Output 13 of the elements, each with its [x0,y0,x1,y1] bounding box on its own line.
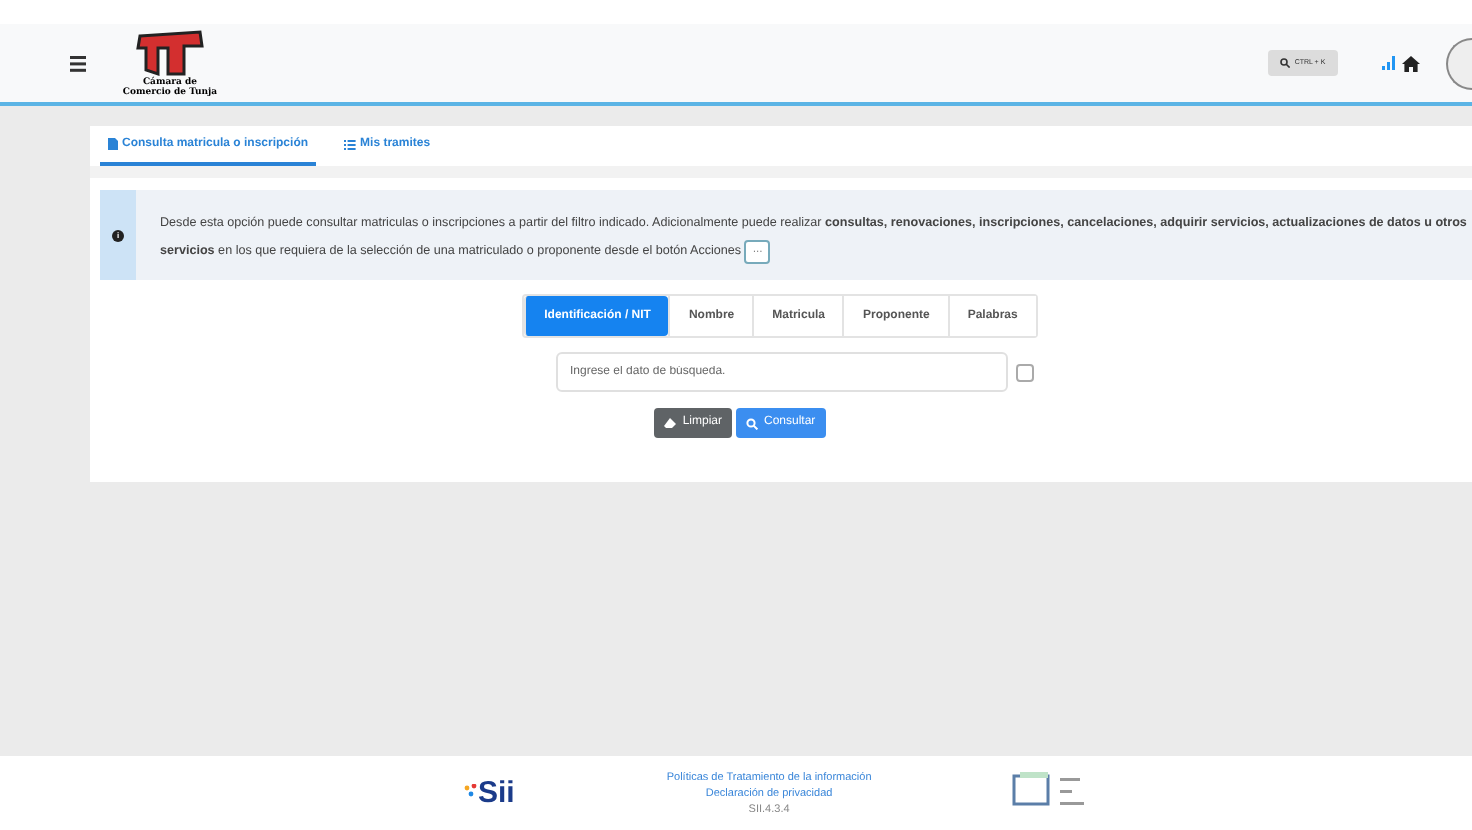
search-icon [746,417,758,429]
list-icon [344,139,357,149]
search-icon [1280,58,1291,68]
document-icon [108,138,118,150]
checkbox[interactable] [1016,363,1034,381]
eraser-icon [664,417,677,429]
dots-icon [464,784,478,802]
logo-icon [132,29,208,77]
signal-icon[interactable] [1382,56,1396,70]
avatar[interactable] [1446,37,1472,89]
menu-icon[interactable] [70,55,86,71]
footer-logo: Sii [478,778,515,808]
home-icon[interactable] [1402,55,1420,71]
